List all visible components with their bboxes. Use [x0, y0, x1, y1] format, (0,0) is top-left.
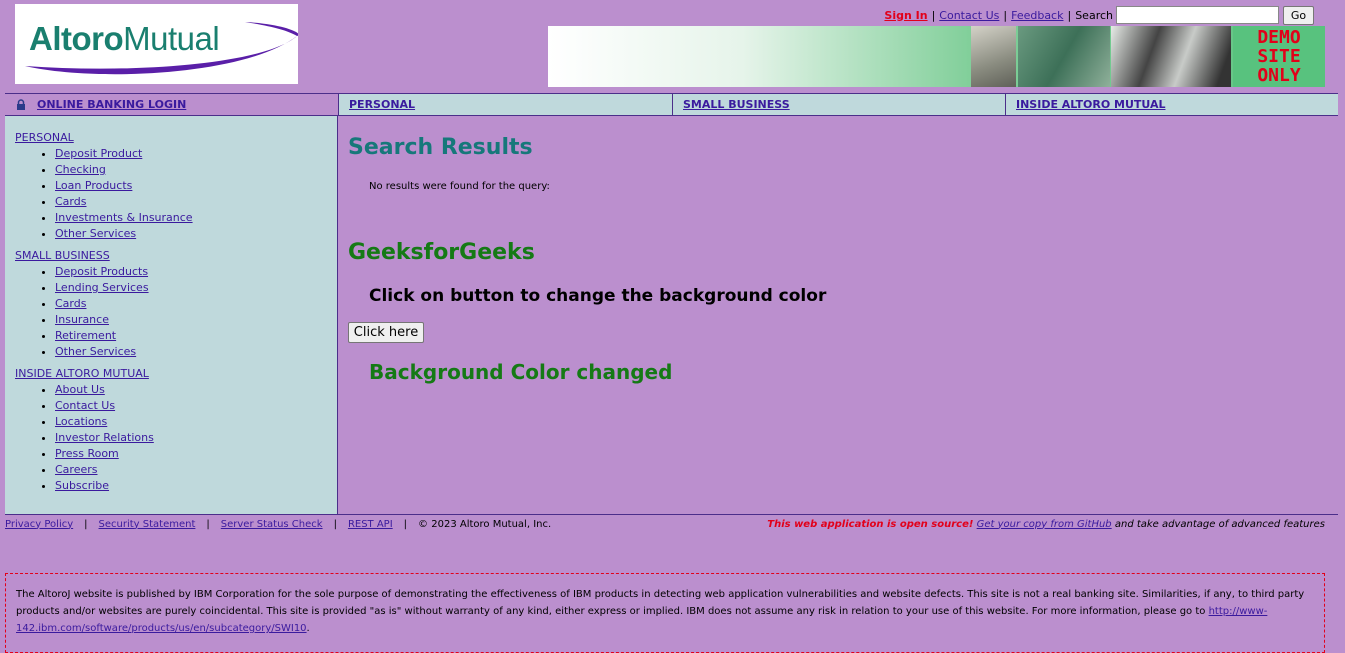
separator: |	[403, 518, 408, 530]
sidebar-item-careers[interactable]: Careers	[55, 463, 98, 476]
nav-online-banking-login: ONLINE BANKING LOGIN	[5, 94, 338, 115]
separator: |	[1003, 8, 1008, 22]
separator: |	[333, 518, 337, 530]
sidebar-item-retirement[interactable]: Retirement	[55, 329, 116, 342]
geeksforgeeks-heading: GeeksforGeeks	[348, 240, 535, 265]
separator: |	[1067, 8, 1072, 22]
github-link[interactable]: Get your copy from GitHub	[977, 519, 1112, 530]
click-here-button[interactable]: Click here	[348, 322, 424, 343]
instruction-heading: Click on button to change the background…	[369, 286, 827, 306]
server-status-link[interactable]: Server Status Check	[221, 519, 323, 530]
sidebar-item: Loan Products	[55, 178, 327, 194]
open-source-text: This web application is open source!	[767, 518, 974, 530]
sidebar-item-press-room[interactable]: Press Room	[55, 447, 119, 460]
online-banking-login-link[interactable]: ONLINE BANKING LOGIN	[37, 98, 186, 111]
sidebar-item-deposit-product[interactable]: Deposit Product	[55, 147, 142, 160]
sidebar-item: Careers	[55, 462, 327, 478]
lock-icon	[15, 98, 27, 111]
search-results-title: Search Results	[348, 135, 533, 160]
copyright-text: © 2023 Altoro Mutual, Inc.	[418, 518, 552, 530]
sidebar-item: Deposit Products	[55, 264, 327, 280]
sidebar-item-investments-insurance[interactable]: Investments & Insurance	[55, 211, 193, 224]
separator: |	[931, 8, 936, 22]
privacy-policy-link[interactable]: Privacy Policy	[5, 519, 73, 530]
sidebar-item-insurance[interactable]: Insurance	[55, 313, 109, 326]
sidebar-group-small-business: SMALL BUSINESS Deposit Products Lending …	[15, 248, 327, 360]
sidebar-item-checking[interactable]: Checking	[55, 163, 106, 176]
sidebar-item: Other Services	[55, 226, 327, 242]
sidebar-item-contact-us[interactable]: Contact Us	[55, 399, 115, 412]
disclaimer-box: The AltoroJ website is published by IBM …	[5, 573, 1325, 653]
contact-us-link[interactable]: Contact Us	[939, 9, 999, 22]
open-source-note: This web application is open source! Get…	[767, 519, 1325, 530]
footer: Privacy Policy | Security Statement | Se…	[5, 517, 1325, 531]
sidebar-item: Press Room	[55, 446, 327, 462]
sidebar-item-cards[interactable]: Cards	[55, 297, 86, 310]
sidebar-item-lending-services[interactable]: Lending Services	[55, 281, 149, 294]
banner-photo-meeting	[1111, 26, 1231, 87]
sidebar-item: Checking	[55, 162, 327, 178]
sidebar-item: Deposit Product	[55, 146, 327, 162]
sidebar-item: Lending Services	[55, 280, 327, 296]
sidebar-item: Insurance	[55, 312, 327, 328]
sidebar-item-other-services[interactable]: Other Services	[55, 345, 136, 358]
sidebar-heading-small-business[interactable]: SMALL BUSINESS	[15, 248, 327, 264]
search-input[interactable]	[1116, 6, 1279, 24]
sidebar-item-deposit-products[interactable]: Deposit Products	[55, 265, 148, 278]
altoro-mutual-logo[interactable]: AltoroMutual	[15, 4, 298, 84]
sidebar-group-personal: PERSONAL Deposit Product Checking Loan P…	[15, 130, 327, 242]
separator: |	[84, 518, 88, 530]
sidebar-item-other-services[interactable]: Other Services	[55, 227, 136, 240]
sidebar-item: About Us	[55, 382, 327, 398]
security-statement-link[interactable]: Security Statement	[99, 519, 196, 530]
disclaimer-tail: .	[306, 623, 310, 634]
sidebar-heading-inside-altoro[interactable]: INSIDE ALTORO MUTUAL	[15, 366, 327, 382]
nav-tab-small-business: SMALL BUSINESS	[672, 94, 1005, 115]
logo-text: AltoroMutual	[29, 20, 220, 57]
sidebar: PERSONAL Deposit Product Checking Loan P…	[5, 116, 338, 515]
nav-tab-inside-altoro: INSIDE ALTORO MUTUAL	[1005, 94, 1338, 115]
sidebar-item: Investments & Insurance	[55, 210, 327, 226]
sidebar-item-investor-relations[interactable]: Investor Relations	[55, 431, 154, 444]
background-changed-message: Background Color changed	[369, 360, 673, 384]
header-banner: DEMO SITE ONLY	[548, 26, 1325, 87]
no-results-message: No results were found for the query:	[369, 181, 550, 192]
sidebar-group-inside-altoro: INSIDE ALTORO MUTUAL About Us Contact Us…	[15, 366, 327, 494]
banner-photo-woman	[971, 26, 1016, 87]
sidebar-item: Other Services	[55, 344, 327, 360]
disclaimer-text: The AltoroJ website is published by IBM …	[16, 589, 1305, 617]
inside-altoro-link[interactable]: INSIDE ALTORO MUTUAL	[1016, 98, 1166, 111]
sidebar-item: Cards	[55, 194, 327, 210]
feedback-link[interactable]: Feedback	[1011, 9, 1063, 22]
sign-in-link[interactable]: Sign In	[884, 9, 927, 22]
go-button[interactable]: Go	[1283, 5, 1314, 25]
rest-api-link[interactable]: REST API	[348, 519, 393, 530]
sidebar-item-loan-products[interactable]: Loan Products	[55, 179, 132, 192]
separator: |	[206, 518, 210, 530]
sidebar-item-about-us[interactable]: About Us	[55, 383, 105, 396]
sidebar-item: Retirement	[55, 328, 327, 344]
nav-tab-personal: PERSONAL	[338, 94, 672, 115]
banner-photo-keyboard	[1018, 26, 1110, 87]
open-source-tail: and take advantage of advanced features	[1111, 518, 1325, 530]
small-business-link[interactable]: SMALL BUSINESS	[683, 98, 790, 111]
sidebar-item-subscribe[interactable]: Subscribe	[55, 479, 109, 492]
sidebar-item: Locations	[55, 414, 327, 430]
main-nav-bar: ONLINE BANKING LOGIN PERSONAL SMALL BUSI…	[5, 93, 1338, 116]
personal-link[interactable]: PERSONAL	[349, 98, 415, 111]
sidebar-item: Investor Relations	[55, 430, 327, 446]
sidebar-heading-personal[interactable]: PERSONAL	[15, 130, 327, 146]
search-label: Search	[1075, 8, 1113, 22]
sidebar-item: Contact Us	[55, 398, 327, 414]
sidebar-item: Subscribe	[55, 478, 327, 494]
footer-divider	[5, 514, 1338, 515]
sidebar-item-locations[interactable]: Locations	[55, 415, 107, 428]
sidebar-item-cards[interactable]: Cards	[55, 195, 86, 208]
top-links-bar: Sign In | Contact Us | Feedback | Search…	[884, 5, 1314, 25]
sidebar-item: Cards	[55, 296, 327, 312]
demo-site-only-label: DEMO SITE ONLY	[1233, 26, 1325, 87]
